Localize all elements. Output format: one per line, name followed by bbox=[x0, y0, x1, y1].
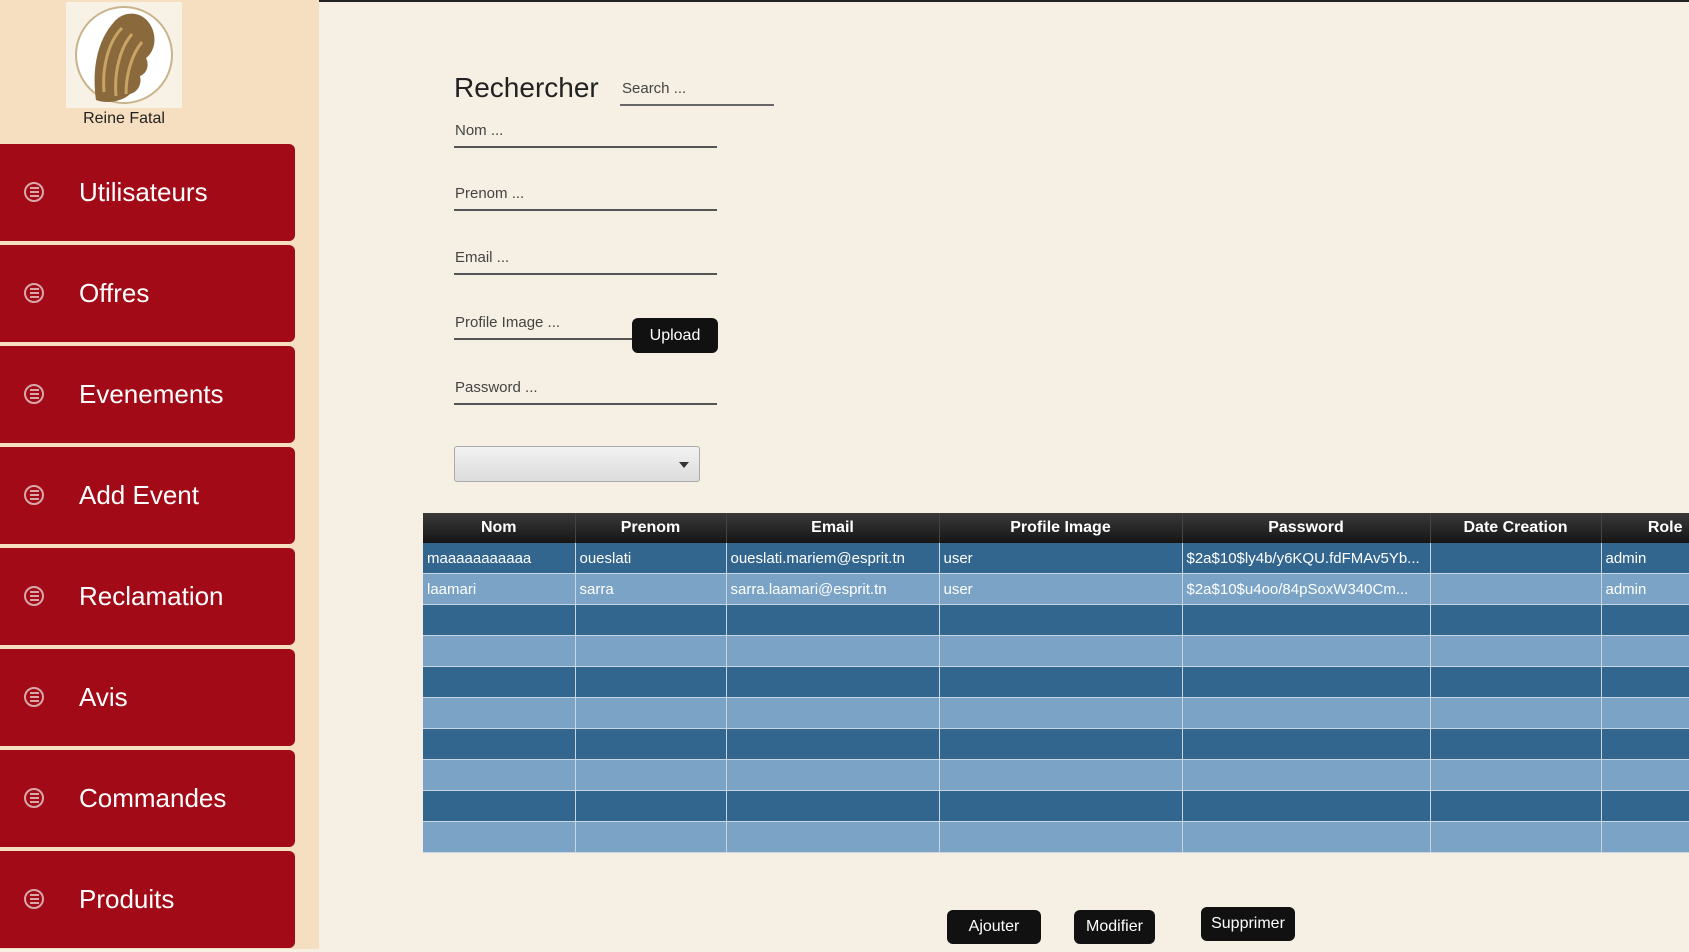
sidebar-item-label: Add Event bbox=[79, 480, 199, 510]
column-header[interactable]: Nom bbox=[423, 513, 576, 543]
table-cell: admin bbox=[1601, 543, 1689, 574]
table-cell: sarra bbox=[575, 573, 727, 605]
users-table: Nom Prenom Email Profile Image Password … bbox=[423, 513, 1689, 853]
sidebar: Reine Fatal Utilisateurs Offres Evenemen… bbox=[0, 0, 319, 949]
column-header[interactable]: Password bbox=[1182, 513, 1431, 543]
sidebar-item-avis[interactable]: Avis bbox=[0, 649, 295, 746]
column-header[interactable]: Email bbox=[726, 513, 940, 543]
table-cell: admin bbox=[1601, 573, 1689, 605]
column-header[interactable]: Date Creation bbox=[1430, 513, 1602, 543]
table-cell: $2a$10$ly4b/y6KQU.fdFMAv5Yb... bbox=[1182, 543, 1431, 574]
sidebar-item-evenements[interactable]: Evenements bbox=[0, 346, 295, 443]
nom-field[interactable] bbox=[454, 114, 717, 148]
sidebar-item-commandes[interactable]: Commandes bbox=[0, 750, 295, 847]
sidebar-item-reclamation[interactable]: Reclamation bbox=[0, 548, 295, 645]
prenom-field[interactable] bbox=[454, 177, 717, 211]
table-cell: maaaaaaaaaaa bbox=[423, 543, 576, 574]
empty-table-row bbox=[423, 790, 1689, 822]
empty-table-row bbox=[423, 604, 1689, 636]
sidebar-item-label: Avis bbox=[79, 682, 128, 712]
sidebar-item-offres[interactable]: Offres bbox=[0, 245, 295, 342]
list-icon bbox=[24, 788, 44, 808]
role-select[interactable] bbox=[454, 446, 700, 482]
list-icon bbox=[24, 485, 44, 505]
list-icon bbox=[24, 182, 44, 202]
sidebar-item-label: Reclamation bbox=[79, 581, 224, 611]
sidebar-item-label: Commandes bbox=[79, 783, 227, 813]
sidebar-item-label: Offres bbox=[79, 278, 150, 308]
list-icon bbox=[24, 283, 44, 303]
table-cell: laamari bbox=[423, 573, 576, 605]
table-cell: $2a$10$u4oo/84pSoxW340Cm... bbox=[1182, 573, 1431, 605]
empty-table-row bbox=[423, 728, 1689, 760]
empty-table-row bbox=[423, 666, 1689, 698]
table-cell bbox=[1430, 543, 1602, 574]
supprimer-button[interactable]: Supprimer bbox=[1201, 907, 1295, 941]
upload-button[interactable]: Upload bbox=[632, 318, 718, 353]
empty-table-row bbox=[423, 759, 1689, 791]
email-field[interactable] bbox=[454, 241, 717, 275]
table-header-row: Nom Prenom Email Profile Image Password … bbox=[423, 513, 1689, 543]
table-row[interactable]: laamari sarra sarra.laamari@esprit.tn us… bbox=[423, 573, 1689, 605]
table-cell: user bbox=[939, 543, 1183, 574]
brand-name: Reine Fatal bbox=[83, 110, 165, 127]
table-cell: oueslati bbox=[575, 543, 727, 574]
sidebar-item-produits[interactable]: Produits bbox=[0, 851, 295, 948]
sidebar-item-label: Evenements bbox=[79, 379, 224, 409]
empty-table-row bbox=[423, 821, 1689, 853]
empty-table-row bbox=[423, 697, 1689, 729]
search-input[interactable] bbox=[620, 72, 774, 106]
sidebar-item-label: Utilisateurs bbox=[79, 177, 208, 207]
sidebar-nav: Utilisateurs Offres Evenements Add Event… bbox=[0, 144, 295, 952]
password-field[interactable] bbox=[454, 371, 717, 405]
list-icon bbox=[24, 384, 44, 404]
page-title: Rechercher bbox=[454, 72, 599, 103]
profile-image-field[interactable] bbox=[454, 306, 633, 340]
modifier-button[interactable]: Modifier bbox=[1074, 910, 1155, 944]
list-icon bbox=[24, 586, 44, 606]
table-cell: sarra.laamari@esprit.tn bbox=[726, 573, 940, 605]
table-cell: user bbox=[939, 573, 1183, 605]
list-icon bbox=[24, 687, 44, 707]
column-header[interactable]: Profile Image bbox=[939, 513, 1183, 543]
sidebar-item-label: Produits bbox=[79, 884, 175, 914]
sidebar-item-add-event[interactable]: Add Event bbox=[0, 447, 295, 544]
brand-logo bbox=[66, 2, 182, 108]
table-cell: oueslati.mariem@esprit.tn bbox=[726, 543, 940, 574]
empty-table-row bbox=[423, 635, 1689, 667]
table-row[interactable]: maaaaaaaaaaa oueslati oueslati.mariem@es… bbox=[423, 543, 1689, 574]
column-header[interactable]: Role bbox=[1601, 513, 1689, 543]
list-icon bbox=[24, 889, 44, 909]
column-header[interactable]: Prenom bbox=[575, 513, 727, 543]
sidebar-item-utilisateurs[interactable]: Utilisateurs bbox=[0, 144, 295, 241]
table-cell bbox=[1430, 573, 1602, 605]
chevron-down-icon bbox=[679, 462, 689, 468]
ajouter-button[interactable]: Ajouter bbox=[947, 910, 1041, 944]
